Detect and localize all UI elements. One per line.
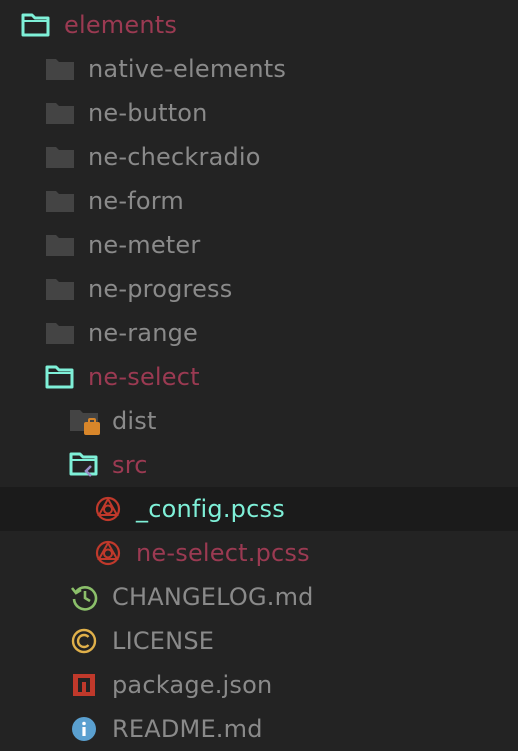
tree-item-label: _config.pcss xyxy=(136,495,285,523)
tree-item-elements[interactable]: elements xyxy=(0,3,518,47)
folder-icon xyxy=(45,319,75,347)
folder-dist-icon xyxy=(69,407,100,435)
tree-item-package-json[interactable]: package.json xyxy=(0,663,518,707)
tree-item-license[interactable]: LICENSE xyxy=(0,619,518,663)
folder-icon xyxy=(45,275,75,303)
tree-item-readme[interactable]: README.md xyxy=(0,707,518,751)
folder-icon xyxy=(45,187,75,215)
folder-icon xyxy=(45,99,75,127)
tree-item-label: native-elements xyxy=(88,55,287,83)
tree-item-label: README.md xyxy=(112,715,263,743)
tree-item-label: ne-range xyxy=(88,319,199,347)
tree-item-label: ne-checkradio xyxy=(88,143,261,171)
tree-item-dist[interactable]: dist xyxy=(0,399,518,443)
tree-item-label: elements xyxy=(64,11,178,39)
folder-icon xyxy=(45,143,75,171)
folder-icon xyxy=(45,55,75,83)
tree-item-ne-select-pcss[interactable]: ne-select.pcss xyxy=(0,531,518,575)
tree-item-label: src xyxy=(112,451,148,479)
tree-item-ne-progress[interactable]: ne-progress xyxy=(0,267,518,311)
tree-item-label: package.json xyxy=(112,671,273,699)
folder-icon xyxy=(45,231,75,259)
tree-item-ne-checkradio[interactable]: ne-checkradio xyxy=(0,135,518,179)
tree-item-ne-select[interactable]: ne-select xyxy=(0,355,518,399)
tree-item-native-elements[interactable]: native-elements xyxy=(0,47,518,91)
tree-item-label: dist xyxy=(112,407,157,435)
postcss-icon xyxy=(94,495,124,523)
tree-item-label: ne-select.pcss xyxy=(136,539,310,567)
history-icon xyxy=(70,583,100,611)
folder-src-open-icon xyxy=(69,451,99,479)
tree-item-label: LICENSE xyxy=(112,627,215,655)
copyright-icon xyxy=(70,627,100,655)
tree-item-config-pcss[interactable]: _config.pcss xyxy=(0,487,518,531)
tree-item-label: ne-select xyxy=(88,363,200,391)
npm-icon xyxy=(71,671,101,699)
tree-item-ne-meter[interactable]: ne-meter xyxy=(0,223,518,267)
tree-item-changelog[interactable]: CHANGELOG.md xyxy=(0,575,518,619)
info-icon xyxy=(70,715,100,743)
tree-item-label: CHANGELOG.md xyxy=(112,583,314,611)
tree-item-ne-range[interactable]: ne-range xyxy=(0,311,518,355)
postcss-icon xyxy=(94,539,124,567)
folder-open-icon xyxy=(45,363,75,391)
tree-item-ne-button[interactable]: ne-button xyxy=(0,91,518,135)
tree-item-label: ne-form xyxy=(88,187,184,215)
folder-open-icon xyxy=(21,11,51,39)
tree-item-label: ne-meter xyxy=(88,231,201,259)
tree-item-label: ne-button xyxy=(88,99,208,127)
tree-item-ne-form[interactable]: ne-form xyxy=(0,179,518,223)
tree-item-src[interactable]: src xyxy=(0,443,518,487)
file-tree: elements native-elements ne-button ne-ch… xyxy=(0,3,518,751)
tree-item-label: ne-progress xyxy=(88,275,233,303)
